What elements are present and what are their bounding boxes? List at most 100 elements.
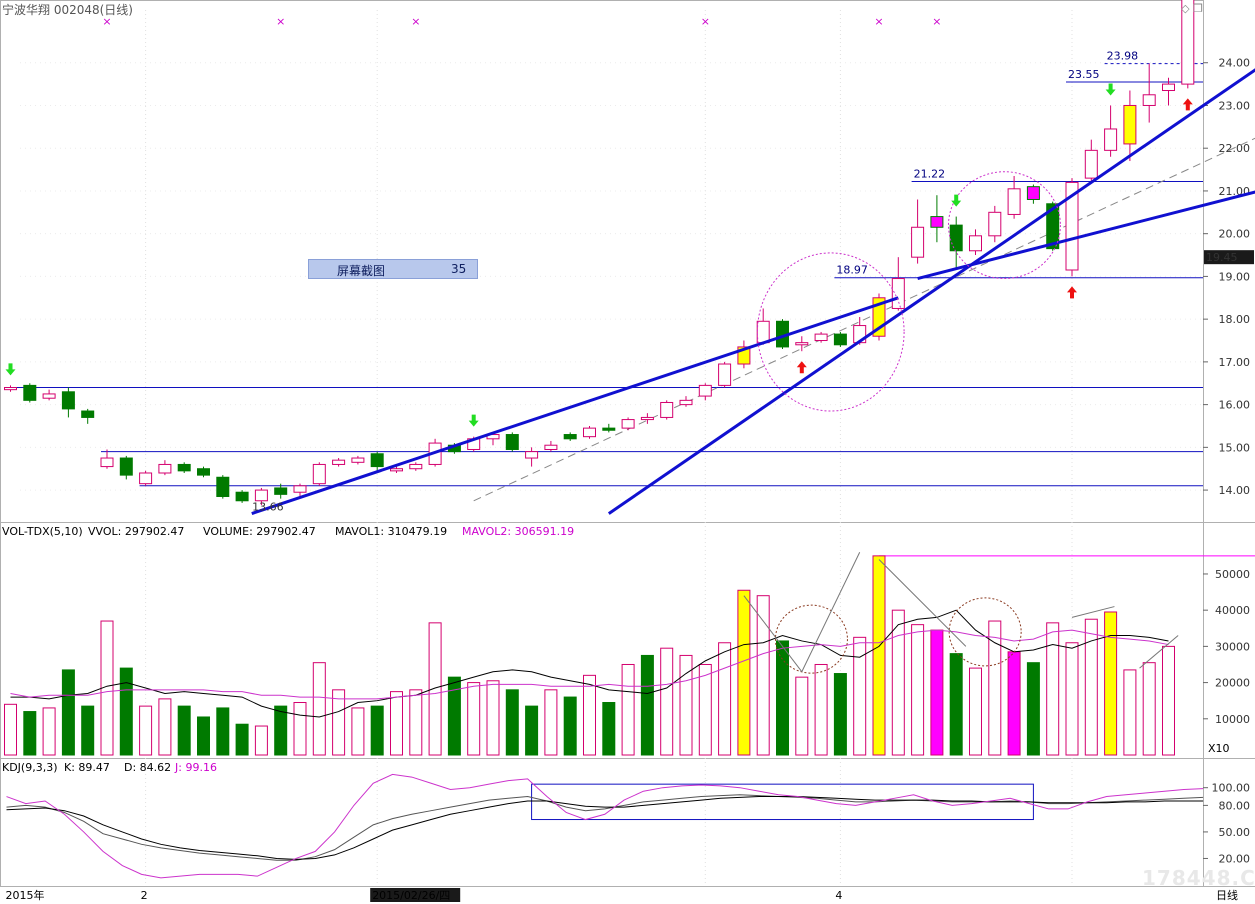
candle-body[interactable] xyxy=(1142,94,1156,106)
candle-body[interactable] xyxy=(621,419,635,429)
volume-bar[interactable] xyxy=(467,682,481,756)
volume-bar[interactable] xyxy=(409,689,423,756)
candle-body[interactable] xyxy=(139,472,153,485)
candle-body[interactable] xyxy=(795,342,809,346)
volume-bar[interactable] xyxy=(660,647,674,756)
volume-bar[interactable] xyxy=(737,589,751,756)
volume-bar[interactable] xyxy=(930,629,944,756)
volume-bar[interactable] xyxy=(1007,651,1021,756)
candle-body[interactable] xyxy=(119,457,133,476)
volume-bar[interactable] xyxy=(158,698,172,756)
volume-bar[interactable] xyxy=(911,624,925,756)
volume-bar[interactable] xyxy=(1026,662,1040,756)
volume-bar[interactable] xyxy=(332,689,346,756)
volume-bar[interactable] xyxy=(1065,642,1079,756)
window-controls[interactable]: ◇ ❐ xyxy=(1181,2,1203,15)
candle-body[interactable] xyxy=(544,444,558,450)
candle-body[interactable] xyxy=(254,489,268,502)
candle-body[interactable] xyxy=(61,391,75,410)
candle-body[interactable] xyxy=(988,211,1002,237)
candle-body[interactable] xyxy=(698,384,712,397)
volume-bar[interactable] xyxy=(1123,669,1137,756)
volume-bar[interactable] xyxy=(254,725,268,756)
volume-bar[interactable] xyxy=(177,705,191,756)
volume-bar[interactable] xyxy=(370,705,384,756)
volume-bar[interactable] xyxy=(525,705,539,756)
candle-body[interactable] xyxy=(640,416,654,421)
volume-bar[interactable] xyxy=(293,702,307,756)
volume-bar[interactable] xyxy=(718,642,732,756)
screenshot-counter[interactable]: 屏幕截图 35 xyxy=(308,259,478,279)
volume-bar[interactable] xyxy=(795,676,809,756)
restore-window-icon[interactable]: ❐ xyxy=(1193,2,1203,15)
candle-body[interactable] xyxy=(756,320,770,344)
candle-body[interactable] xyxy=(177,463,191,472)
candle-body[interactable] xyxy=(679,399,693,406)
candle-body[interactable] xyxy=(814,333,828,342)
candle-body[interactable] xyxy=(583,427,596,438)
volume-bar[interactable] xyxy=(621,663,635,756)
candle-body[interactable] xyxy=(216,476,230,497)
volume-bar[interactable] xyxy=(1162,645,1175,756)
candle-body[interactable] xyxy=(1123,104,1137,145)
volume-bar[interactable] xyxy=(197,716,210,756)
candle-body[interactable] xyxy=(602,427,616,431)
candle-body[interactable] xyxy=(351,457,365,463)
volume-bar[interactable] xyxy=(23,711,37,756)
candle-body[interactable] xyxy=(235,491,249,502)
volume-bar[interactable] xyxy=(505,689,519,756)
candle-body[interactable] xyxy=(1084,149,1098,179)
candle-body[interactable] xyxy=(505,434,519,450)
candle-body[interactable] xyxy=(100,457,114,468)
volume-bar[interactable] xyxy=(949,653,963,756)
candle-body[interactable] xyxy=(81,410,95,418)
volume-bar[interactable] xyxy=(583,674,596,756)
volume-bar[interactable] xyxy=(602,702,616,756)
volume-bar[interactable] xyxy=(698,663,712,756)
volume-bar[interactable] xyxy=(1046,622,1060,756)
volume-bar[interactable] xyxy=(988,620,1002,756)
candle-body[interactable] xyxy=(409,463,423,470)
candle-body[interactable] xyxy=(158,463,172,474)
volume-bar[interactable] xyxy=(274,705,288,756)
candle-body[interactable] xyxy=(197,468,210,476)
candle-body[interactable] xyxy=(563,434,577,440)
volume-bar[interactable] xyxy=(312,662,326,756)
volume-bar[interactable] xyxy=(563,696,577,756)
volume-bar[interactable] xyxy=(1142,662,1156,756)
volume-bar[interactable] xyxy=(776,640,789,756)
diamond-icon[interactable]: ◇ xyxy=(1181,2,1189,15)
volume-bar[interactable] xyxy=(61,669,75,756)
volume-bar[interactable] xyxy=(891,609,905,756)
candle-body[interactable] xyxy=(1104,128,1118,151)
candle-body[interactable] xyxy=(718,363,732,386)
candle-body[interactable] xyxy=(891,278,905,309)
volume-bar[interactable] xyxy=(640,654,654,756)
volume-bar[interactable] xyxy=(833,673,847,756)
candle-body[interactable] xyxy=(4,387,17,391)
stock-chart[interactable]: 14.0015.0016.0017.0018.0019.0020.0021.00… xyxy=(0,0,1255,904)
volume-bar[interactable] xyxy=(119,667,133,756)
volume-bar[interactable] xyxy=(42,707,56,756)
candle-body[interactable] xyxy=(1007,188,1021,215)
candle-body[interactable] xyxy=(660,401,674,418)
volume-bar[interactable] xyxy=(235,723,249,756)
candle-body[interactable] xyxy=(42,393,56,399)
candle-body[interactable] xyxy=(911,226,925,258)
volume-bar[interactable] xyxy=(486,680,500,756)
candle-body[interactable] xyxy=(1162,83,1175,92)
candle-body[interactable] xyxy=(293,485,307,493)
volume-bar[interactable] xyxy=(81,705,95,756)
volume-bar[interactable] xyxy=(428,622,442,756)
candle-body[interactable] xyxy=(833,333,847,346)
volume-bar[interactable] xyxy=(139,705,153,756)
candle-body[interactable] xyxy=(274,487,288,495)
candle-body[interactable] xyxy=(1026,186,1040,200)
volume-bar[interactable] xyxy=(969,667,982,756)
volume-bar[interactable] xyxy=(814,663,828,756)
candle-body[interactable] xyxy=(525,451,539,459)
candle-body[interactable] xyxy=(390,468,403,472)
volume-bar[interactable] xyxy=(544,689,558,756)
volume-bar[interactable] xyxy=(216,707,230,756)
volume-bar[interactable] xyxy=(756,595,770,756)
